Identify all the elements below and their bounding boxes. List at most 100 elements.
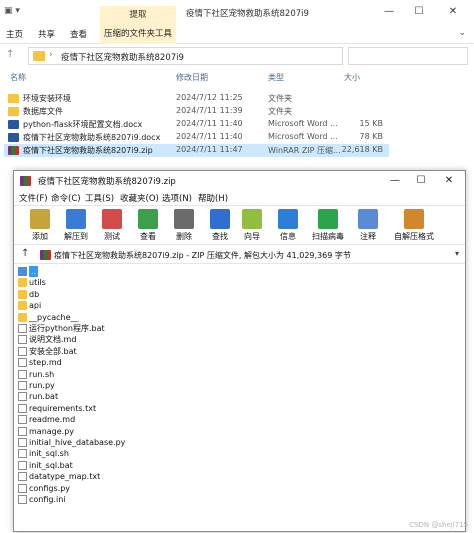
column-name[interactable]: 名称: [10, 72, 26, 83]
close-icon[interactable]: ✕: [436, 173, 462, 189]
file-type: Microsoft Word ...: [268, 132, 338, 141]
winrar-menu-bar: 文件(F) 命令(C) 工具(S) 收藏夹(O) 选项(N) 帮助(H): [14, 191, 465, 205]
toolbar-label: 查看: [140, 232, 156, 241]
maximize-icon[interactable]: ☐: [408, 173, 434, 189]
virus-scan-icon: [318, 209, 338, 229]
folder-icon: [18, 312, 27, 322]
toolbar-button-virus-scan[interactable]: 扫描病毒: [310, 207, 346, 245]
file-type: 文件夹: [268, 94, 292, 103]
file-icon: [18, 346, 27, 356]
winrar-window-title: 疫情下社区宠物救助系统8207i9.zip: [38, 177, 176, 187]
file-date: 2024/7/11 11:47: [176, 145, 243, 154]
archive-list-item[interactable]: 说明文档.md: [17, 334, 217, 345]
toolbar-button-extract-to[interactable]: 解压到: [58, 207, 94, 245]
archive-list-item[interactable]: api: [17, 300, 217, 311]
archive-list-item[interactable]: init_sql.bat: [17, 460, 217, 471]
archive-list-item[interactable]: run.sh: [17, 369, 217, 380]
minimize-icon[interactable]: —: [374, 4, 404, 20]
archive-item-name: 安装全部.bat: [29, 346, 77, 356]
toolbar-button-comment[interactable]: 注释: [350, 207, 386, 245]
toolbar-button-delete[interactable]: 删除: [166, 207, 202, 245]
menu-options[interactable]: 选项(N): [162, 192, 192, 204]
file-icon: [18, 460, 27, 470]
file-row-db-folder[interactable]: 数据库文件 2024/7/11 11:39 文件夹: [4, 105, 389, 118]
archive-list-item[interactable]: 运行python程序.bat: [17, 323, 217, 334]
archive-item-name: init_sql.bat: [29, 460, 73, 470]
word-doc-icon: [8, 120, 19, 129]
toolbar-button-wizard[interactable]: 向导: [234, 207, 270, 245]
archive-list-item[interactable]: run.py: [17, 380, 217, 391]
archive-file-list: .. utils db api __pycache__ 运行python程序.bat 说明文…: [17, 266, 462, 528]
archive-list-item[interactable]: run.bat: [17, 391, 217, 402]
archive-list-item[interactable]: utils: [17, 277, 217, 288]
maximize-icon[interactable]: ☐: [404, 4, 434, 20]
menu-tools[interactable]: 工具(S): [85, 192, 114, 204]
file-row-env-folder[interactable]: 环境安装环境 2024/7/12 11:25 文件夹: [4, 92, 389, 105]
toolbar-button-find[interactable]: 查找: [202, 207, 238, 245]
archive-list-item[interactable]: step.md: [17, 357, 217, 368]
column-size[interactable]: 大小: [344, 72, 360, 83]
archive-list-item[interactable]: db: [17, 289, 217, 300]
word-doc-icon: [8, 133, 19, 142]
menu-favorites[interactable]: 收藏夹(O): [120, 192, 159, 204]
winrar-toolbar: 添加 解压到 测试 查看 删除 查找 向导 信息 扫描病毒 注释 自解压格式: [14, 205, 465, 245]
quick-access-icon[interactable]: ▣ ▾: [4, 6, 20, 16]
address-bar[interactable]: › 疫情下社区宠物救助系统8207i9: [28, 47, 343, 65]
winrar-zip-icon: [8, 146, 19, 155]
file-icon: [18, 358, 27, 368]
file-row-env-doc[interactable]: python-flask环境配置文档.docx 2024/7/11 11:40 …: [4, 118, 389, 131]
menu-help[interactable]: 帮助(H): [198, 192, 228, 204]
file-type: 文件夹: [268, 107, 292, 116]
file-date: 2024/7/12 11:25: [176, 93, 243, 102]
tab-view[interactable]: 查看: [70, 28, 87, 40]
archive-list-item[interactable]: config.ini: [17, 494, 217, 505]
toolbar-button-add[interactable]: 添加: [22, 207, 58, 245]
close-icon[interactable]: ✕: [438, 4, 468, 20]
toolbar-button-view[interactable]: 查看: [130, 207, 166, 245]
toolbar-label: 扫描病毒: [312, 232, 344, 241]
archive-item-name: run.py: [29, 381, 55, 390]
tab-share[interactable]: 共享: [38, 28, 55, 40]
archive-item-name: ..: [29, 266, 39, 277]
chevron-down-icon[interactable]: ▾: [455, 249, 459, 258]
toolbar-label: 向导: [244, 232, 260, 241]
toolbar-button-test[interactable]: 测试: [94, 207, 130, 245]
ribbon-collapse-icon[interactable]: ⌄: [458, 28, 466, 38]
folder-icon: [18, 289, 27, 299]
archive-list-item[interactable]: datatype_map.txt: [17, 471, 217, 482]
search-input[interactable]: [348, 47, 468, 65]
file-row-project-doc[interactable]: 疫情下社区宠物救助系统8207i9.docx 2024/7/11 11:40 M…: [4, 131, 389, 144]
file-icon: [18, 472, 27, 482]
archive-list-item[interactable]: manage.py: [17, 426, 217, 437]
archive-list-item[interactable]: configs.py: [17, 483, 217, 494]
extract-context-header[interactable]: 提取: [100, 6, 176, 24]
menu-command[interactable]: 命令(C): [51, 192, 81, 204]
minimize-icon[interactable]: —: [382, 173, 408, 189]
file-row-project-zip[interactable]: 疫情下社区宠物救助系统8207i9.zip 2024/7/11 11:47 Wi…: [4, 144, 389, 157]
winrar-window: 疫情下社区宠物救助系统8207i9.zip — ☐ ✕ 文件(F) 命令(C) …: [13, 170, 466, 532]
archive-list-item[interactable]: requirements.txt: [17, 403, 217, 414]
archive-list-item[interactable]: initial_hive_database.py: [17, 437, 217, 448]
folder-icon: [33, 51, 45, 61]
tab-compressed-folder-tools[interactable]: 压缩的文件夹工具: [100, 24, 176, 44]
file-type: Microsoft Word ...: [268, 119, 338, 128]
menu-file[interactable]: 文件(F): [19, 192, 48, 204]
archive-list-item[interactable]: ..: [17, 266, 217, 277]
tab-home[interactable]: 主页: [6, 28, 23, 40]
column-date[interactable]: 修改日期: [176, 72, 208, 83]
archive-list-item[interactable]: readme.md: [17, 414, 217, 425]
archive-list-item[interactable]: 安装全部.bat: [17, 346, 217, 357]
winrar-app-icon: [20, 176, 31, 186]
toolbar-button-sfx[interactable]: 自解压格式: [390, 207, 438, 245]
winrar-zip-icon: [40, 250, 51, 260]
archive-list-item[interactable]: init_sql.sh: [17, 448, 217, 459]
explorer-title-bar: ▣ ▾ 提取 疫情下社区宠物救助系统8207i9 — ☐ ✕: [0, 0, 474, 24]
watermark: CSDN @shejl715: [409, 521, 468, 529]
explorer-window-title: 疫情下社区宠物救助系统8207i9: [186, 9, 309, 19]
up-arrow-icon[interactable]: ↑: [6, 49, 14, 60]
column-type[interactable]: 类型: [268, 72, 284, 83]
archive-list-item[interactable]: __pycache__: [17, 312, 217, 323]
up-arrow-icon[interactable]: ↑: [21, 248, 29, 259]
toolbar-button-info[interactable]: 信息: [270, 207, 306, 245]
toolbar-label: 查找: [212, 232, 228, 241]
